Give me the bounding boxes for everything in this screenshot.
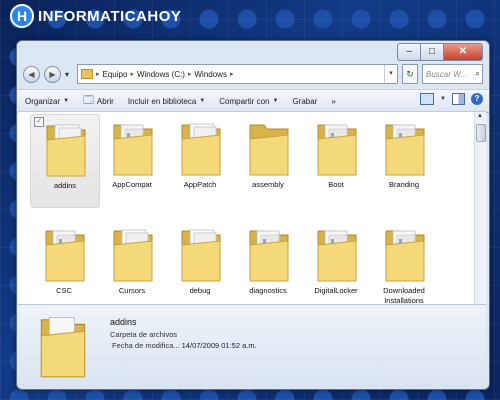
folder-icon xyxy=(44,225,86,283)
folder-label: debug xyxy=(189,286,211,295)
brand-name: INFORMATICAHOY xyxy=(38,7,182,25)
open-label: Abrir xyxy=(96,96,114,106)
address-bar[interactable]: ▸ Equipo ▸ Windows (C:) ▸ Windows ▸ ▾ xyxy=(77,64,398,84)
folder-item[interactable]: ✓ addins xyxy=(30,114,100,208)
folder-item[interactable]: AppPatch xyxy=(166,114,234,206)
organize-menu[interactable]: Organizar ▼ xyxy=(25,97,69,106)
breadcrumb-windows-c[interactable]: Windows (C:) xyxy=(137,70,185,79)
folder-item[interactable]: diagnostics xyxy=(234,220,302,312)
recent-pages-dropdown[interactable]: ▾ xyxy=(65,70,73,79)
folder-icon xyxy=(45,120,87,178)
explorer-window: – □ ✕ ◀ ▶ ▾ ▸ Equipo ▸ Windows (C:) ▸ Wi… xyxy=(16,40,490,390)
preview-pane-icon[interactable] xyxy=(452,93,465,105)
more-label: » xyxy=(331,96,336,106)
folder-icon xyxy=(384,119,426,177)
folder-icon xyxy=(81,69,93,79)
share-with-menu[interactable]: Compartir con ▼ xyxy=(219,97,278,106)
folder-label: diagnostics xyxy=(249,286,287,295)
brand-logo: H INFORMATICAHOY xyxy=(10,4,182,28)
vertical-scrollbar[interactable]: ▲ xyxy=(474,112,486,304)
folder-label: Downloaded Installations xyxy=(383,286,425,305)
file-list: ✓ addins AppCompat AppPatch assembly Boot Bran… xyxy=(18,111,486,305)
chevron-down-icon: ▼ xyxy=(63,98,70,104)
folder-item[interactable]: AppCompat xyxy=(98,114,166,206)
more-commands-button[interactable]: » xyxy=(331,97,335,106)
folder-item[interactable]: debug xyxy=(166,220,234,312)
minimize-button[interactable]: – xyxy=(397,43,420,61)
modified-value: 14/07/2009 01:52 a.m. xyxy=(181,341,257,350)
close-button[interactable]: ✕ xyxy=(443,43,483,61)
folder-grid: ✓ addins AppCompat AppPatch assembly Boot Bran… xyxy=(18,112,473,305)
burn-label: Grabar xyxy=(292,96,318,106)
folder-item[interactable]: CSC xyxy=(30,220,98,312)
burn-button[interactable]: Grabar xyxy=(292,97,317,106)
maximize-button[interactable]: □ xyxy=(420,43,443,61)
window-controls: – □ ✕ xyxy=(397,43,483,61)
organize-label: Organizar xyxy=(25,96,61,106)
folder-label: AppPatch xyxy=(183,180,217,189)
details-modified: Fecha de modifica... 14/07/2009 01:52 a.… xyxy=(112,341,257,350)
details-name: addins xyxy=(110,317,137,327)
folder-label: AppCompat xyxy=(112,180,152,189)
folder-label: Boot xyxy=(328,180,344,189)
search-placeholder: Buscar W... xyxy=(426,69,468,79)
folder-icon xyxy=(180,225,222,283)
search-icon[interactable]: ⌕ xyxy=(475,68,480,79)
change-view-icon[interactable] xyxy=(420,93,435,105)
scroll-up-icon[interactable]: ▲ xyxy=(476,113,484,121)
refresh-button[interactable]: ↻ xyxy=(402,64,418,84)
breadcrumb-windows[interactable]: Windows xyxy=(194,70,226,79)
folder-item[interactable]: Branding xyxy=(370,114,438,206)
title-bar: – □ ✕ xyxy=(17,41,489,63)
modified-label: Fecha de modifica... xyxy=(112,341,180,350)
folder-label: DigitalLocker xyxy=(314,286,358,295)
folder-icon xyxy=(112,119,154,177)
address-history-dropdown[interactable]: ▾ xyxy=(384,65,397,83)
toolbar-right-group: ▼ ? xyxy=(420,93,483,105)
chevron-right-icon[interactable]: ▸ xyxy=(188,70,192,78)
chevron-down-icon[interactable]: ▼ xyxy=(440,96,446,102)
chevron-down-icon: ▼ xyxy=(272,98,279,104)
folder-label: Cursors xyxy=(118,286,146,295)
command-bar: Organizar ▼ 🗔 Abrir Incluir en bibliotec… xyxy=(17,89,489,113)
chevron-down-icon: ▼ xyxy=(199,98,206,104)
folder-label: assembly xyxy=(252,180,284,189)
folder-label: Branding xyxy=(388,180,420,189)
folder-item[interactable]: Downloaded Installations xyxy=(370,220,438,312)
navigation-row: ◀ ▶ ▾ ▸ Equipo ▸ Windows (C:) ▸ Windows … xyxy=(17,63,489,85)
brand-badge: H xyxy=(10,4,34,28)
breadcrumb-equipo[interactable]: Equipo xyxy=(103,70,128,79)
folder-icon xyxy=(316,119,358,177)
help-icon[interactable]: ? xyxy=(471,93,483,105)
folder-icon xyxy=(384,225,426,283)
share-label: Compartir con xyxy=(219,96,270,106)
back-button[interactable]: ◀ xyxy=(23,65,40,83)
folder-icon xyxy=(248,225,290,283)
include-in-library-menu[interactable]: Incluir en biblioteca ▼ xyxy=(128,97,205,106)
open-icon: 🗔 xyxy=(83,94,94,106)
folder-item[interactable]: assembly xyxy=(234,114,302,206)
folder-icon xyxy=(40,317,86,378)
forward-button[interactable]: ▶ xyxy=(44,65,61,83)
details-pane: addins Carpeta de archivos Fecha de modi… xyxy=(18,304,486,388)
folder-label: addins xyxy=(53,181,77,190)
chevron-right-icon[interactable]: ▸ xyxy=(230,70,234,78)
include-label: Incluir en biblioteca xyxy=(127,96,197,106)
folder-icon xyxy=(180,119,222,177)
details-type: Carpeta de archivos xyxy=(110,330,178,339)
folder-item[interactable]: Cursors xyxy=(98,220,166,312)
selection-checkbox[interactable]: ✓ xyxy=(34,117,44,127)
open-button[interactable]: 🗔 Abrir xyxy=(83,93,114,110)
folder-item[interactable]: Boot xyxy=(302,114,370,206)
scroll-thumb[interactable] xyxy=(476,124,486,142)
search-input[interactable]: Buscar W... ⌕ xyxy=(422,64,483,84)
folder-icon xyxy=(316,225,358,283)
chevron-right-icon[interactable]: ▸ xyxy=(130,70,134,78)
chevron-right-icon: ▸ xyxy=(96,71,100,78)
folder-item[interactable]: DigitalLocker xyxy=(302,220,370,312)
folder-icon xyxy=(112,225,154,283)
folder-icon xyxy=(248,119,290,177)
folder-label: CSC xyxy=(56,286,72,295)
